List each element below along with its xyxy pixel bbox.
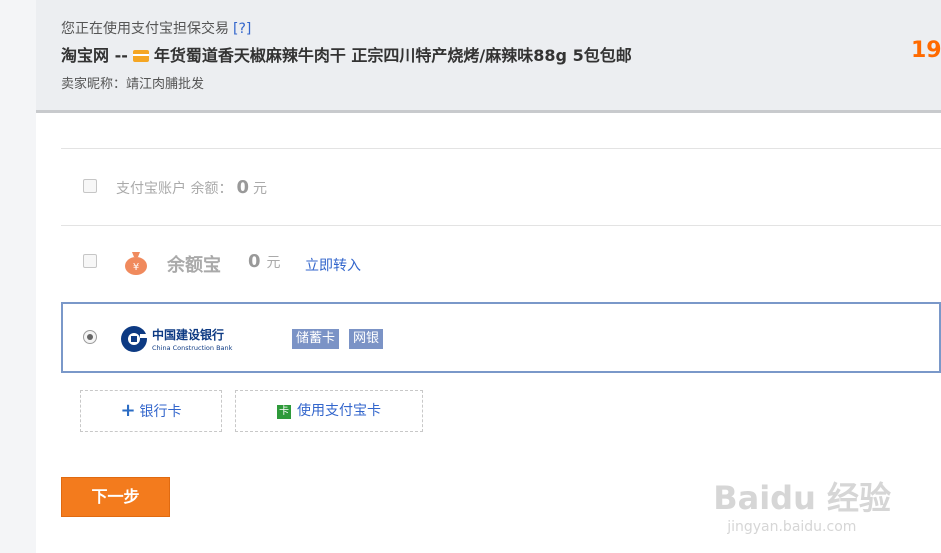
alipay-balance-label: 支付宝账户 余额： 0 元: [116, 177, 267, 198]
help-link[interactable]: [?]: [233, 21, 251, 37]
guarantee-notice-text: 您正在使用支付宝担保交易: [61, 21, 229, 37]
guarantee-notice: 您正在使用支付宝担保交易 [?]: [61, 18, 251, 38]
divider: [61, 148, 941, 149]
use-alipay-card-button[interactable]: 卡使用支付宝卡: [235, 390, 423, 432]
payment-panel: 支付宝账户 余额： 0 元 ¥ 余额宝 0元 立即转入 中国建设银行 China C…: [36, 113, 941, 553]
online-banking-tag: 网银: [349, 329, 384, 349]
order-title: 淘宝网 -- 年货蜀道香天椒麻辣牛肉干 正宗四川特产烧烤/麻辣味88g 5包包邮: [61, 42, 632, 66]
add-bank-card-button[interactable]: + 银行卡: [80, 390, 222, 432]
alipay-balance-unit: 元: [252, 181, 267, 197]
ccb-logo-icon: 中国建设银行 China Construction Bank: [121, 326, 233, 352]
divider: [61, 225, 941, 226]
order-header: 您正在使用支付宝担保交易 [?] 淘宝网 -- 年货蜀道香天椒麻辣牛肉干 正宗四川特…: [36, 0, 941, 113]
seller-name: 卖家昵称：靖江肉脯批发: [61, 77, 205, 92]
yuebao-checkbox[interactable]: [83, 254, 97, 268]
baidu-watermark: Baidu 经验 jingyan.baidu.com: [713, 473, 891, 535]
ccb-bank-option[interactable]: 中国建设银行 China Construction Bank 储蓄卡 网银: [61, 302, 941, 373]
yuebao-name: 余额宝: [167, 255, 221, 276]
watermark-main: Baidu 经验: [713, 479, 891, 517]
ccb-logo-cn: 中国建设银行: [152, 327, 224, 342]
yuebao-unit: 元: [266, 255, 281, 271]
alipay-balance-checkbox[interactable]: [83, 179, 97, 193]
alipay-balance-text: 支付宝账户 余额：: [116, 181, 233, 197]
product-name: 年货蜀道香天椒麻辣牛肉干 正宗四川特产烧烤/麻辣味88g 5包包邮: [153, 46, 632, 65]
yuebao-amount: 0: [248, 251, 261, 272]
order-price: 19: [911, 38, 941, 63]
svg-text:¥: ¥: [133, 262, 139, 273]
debit-card-tag: 储蓄卡: [292, 329, 340, 349]
site-name: 淘宝网 --: [61, 46, 128, 65]
yuebao-amount-group: 0元: [248, 251, 281, 272]
use-alipay-card-label: 使用支付宝卡: [297, 403, 381, 419]
card-icon: 卡: [277, 405, 291, 419]
watermark-sub: jingyan.baidu.com: [727, 519, 857, 535]
credit-card-icon: [132, 50, 149, 62]
ccb-logo-en: China Construction Bank: [152, 344, 233, 352]
plus-icon: +: [120, 400, 136, 421]
left-gutter: [0, 0, 36, 553]
alipay-balance-amount: 0: [236, 177, 249, 198]
transfer-in-link[interactable]: 立即转入: [305, 255, 361, 275]
add-bank-card-label: 银行卡: [139, 404, 182, 420]
money-bag-icon: ¥: [125, 252, 147, 275]
ccb-radio[interactable]: [83, 330, 97, 344]
next-step-button[interactable]: 下一步: [61, 477, 170, 517]
